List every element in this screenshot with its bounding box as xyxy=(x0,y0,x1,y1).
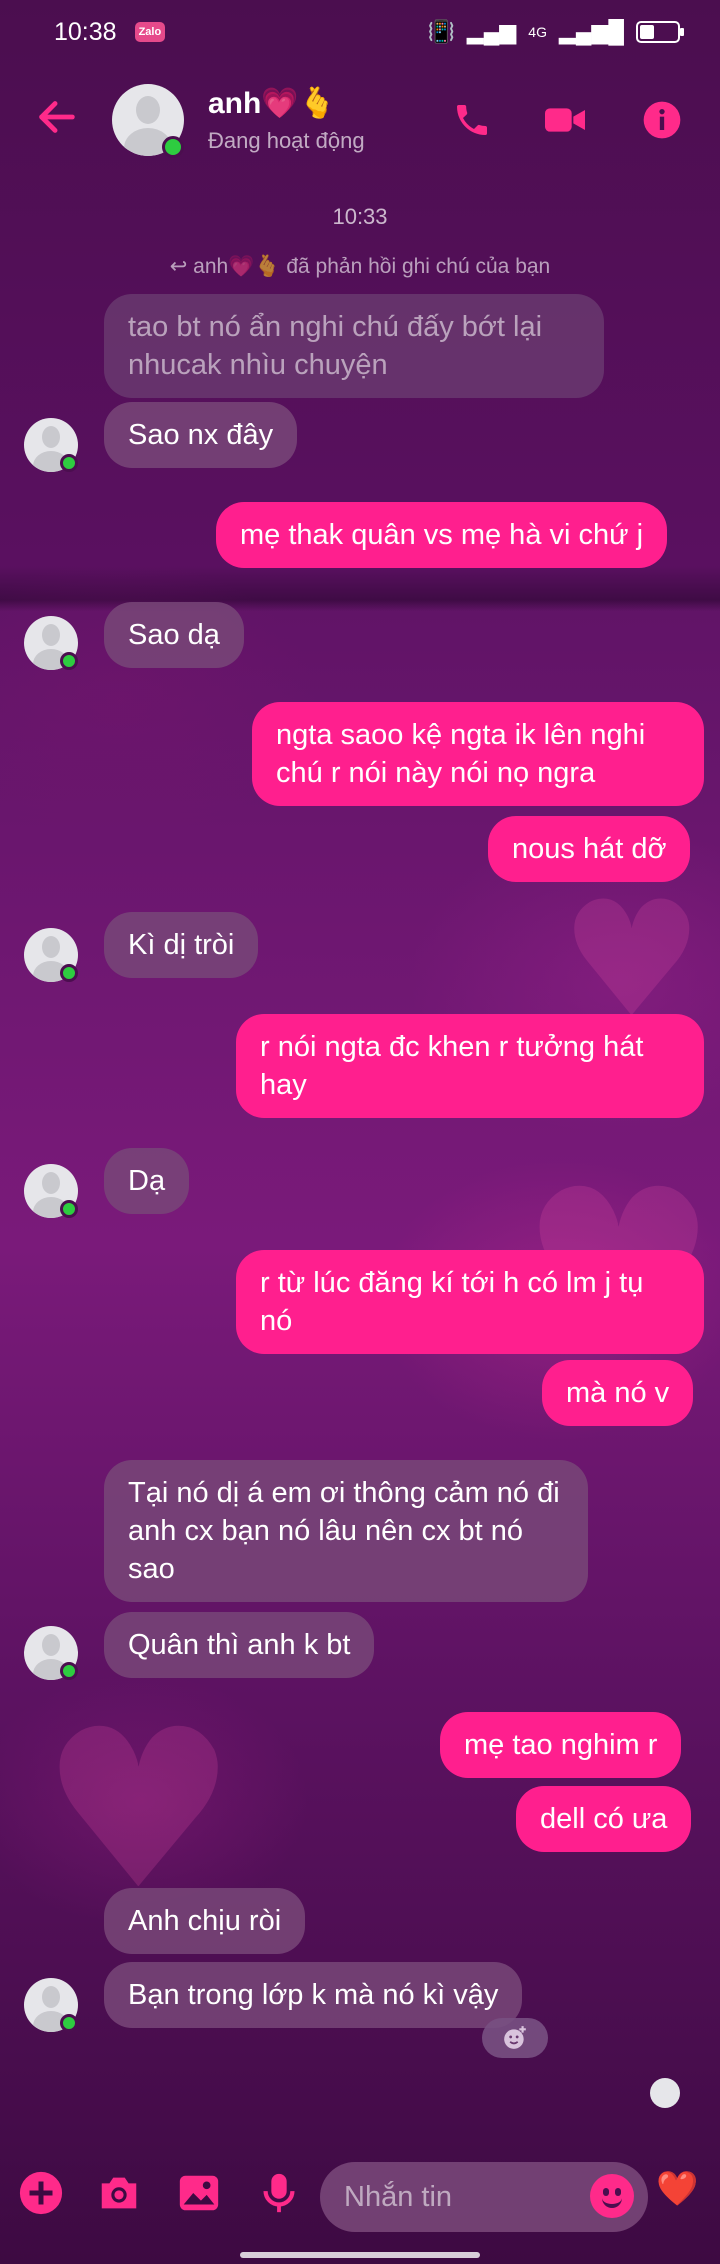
chat-header: anh💗🫰 Đang hoạt động xyxy=(0,64,720,176)
status-time: 10:38 xyxy=(54,17,117,46)
status-bar: 10:38 Zalo 📳 ▂▄▆ 4G ▂▄▆█ xyxy=(0,0,720,64)
message-bubble-outgoing[interactable]: r từ lúc đăng kí tới h có lm j tụ nó xyxy=(236,1250,704,1354)
online-indicator xyxy=(60,652,78,670)
network-label: 4G xyxy=(528,24,547,40)
info-icon[interactable] xyxy=(642,100,682,140)
zalo-notification-icon: Zalo xyxy=(134,22,166,42)
heart-decoration: ♥ xyxy=(40,1682,238,1938)
online-indicator xyxy=(60,964,78,982)
message-bubble-outgoing[interactable]: mẹ tao nghim r xyxy=(440,1712,682,1778)
add-reaction-icon xyxy=(504,2026,526,2049)
reply-note: ↩ anh💗🫰 đã phản hồi ghi chú của bạn xyxy=(169,255,551,278)
online-indicator xyxy=(60,1200,78,1218)
message-bubble-outgoing[interactable]: ngta saoo kệ ngta ik lên nghi chú r nói … xyxy=(252,702,704,806)
microphone-icon[interactable] xyxy=(256,2170,302,2216)
contact-status: Đang hoạt động xyxy=(208,128,365,153)
message-bubble-incoming[interactable]: Sao nx đây xyxy=(104,402,298,468)
vibrate-icon: 📳 xyxy=(427,19,455,44)
message-bubble-incoming[interactable]: Kì dị tròi xyxy=(104,912,259,978)
message-bubble-incoming[interactable]: Anh chịu ròi xyxy=(104,1888,306,1954)
signal-icon: ▂▄▆█ xyxy=(558,19,624,44)
signal-icon: ▂▄▆ xyxy=(466,19,517,44)
battery-icon xyxy=(636,21,684,43)
emoji-icon[interactable] xyxy=(590,2174,634,2218)
composer-bar: ❤️ xyxy=(0,2150,720,2264)
message-bubble-outgoing[interactable]: nous hát dỡ xyxy=(488,816,691,882)
message-bubble-incoming[interactable]: Tại nó dị á em ơi thông cảm nó đi anh cx… xyxy=(104,1460,588,1602)
seen-avatar xyxy=(650,2078,680,2108)
message-bubble-outgoing[interactable]: dell có ưa xyxy=(516,1786,692,1852)
home-indicator xyxy=(240,2252,480,2258)
message-bubble-incoming[interactable]: Bạn trong lớp k mà nó kì vậy xyxy=(104,1962,523,2028)
message-timestamp: 10:33 xyxy=(332,204,388,229)
contact-name[interactable]: anh💗🫰 xyxy=(208,86,336,121)
message-bubble-incoming[interactable]: tao bt nó ẩn nghi chú đấy bớt lại nhucak… xyxy=(104,294,604,398)
phone-icon[interactable] xyxy=(452,100,492,140)
message-bubble-incoming[interactable]: Quân thì anh k bt xyxy=(104,1612,375,1678)
message-bubble-outgoing[interactable]: mà nó v xyxy=(542,1360,694,1426)
gallery-icon[interactable] xyxy=(176,2170,222,2216)
heart-reaction-icon[interactable]: ❤️ xyxy=(656,2172,698,2206)
online-indicator xyxy=(60,454,78,472)
plus-circle-icon[interactable] xyxy=(18,2170,64,2216)
message-bubble-outgoing[interactable]: r nói ngta đc khen r tưởng hát hay xyxy=(236,1014,704,1118)
video-call-icon[interactable] xyxy=(540,100,590,140)
status-icons: 📳 ▂▄▆ 4G ▂▄▆█ xyxy=(427,19,684,45)
add-reaction-button[interactable] xyxy=(482,2018,548,2058)
message-bubble-incoming[interactable]: Dạ xyxy=(104,1148,190,1214)
online-indicator xyxy=(60,1662,78,1680)
online-indicator xyxy=(60,2014,78,2032)
online-indicator xyxy=(162,136,184,158)
message-bubble-incoming[interactable]: Sao dạ xyxy=(104,602,244,668)
camera-icon[interactable] xyxy=(96,2170,142,2216)
message-bubble-outgoing[interactable]: mẹ thak quân vs mẹ hà vi chứ j xyxy=(216,502,668,568)
back-arrow-icon[interactable] xyxy=(34,94,80,140)
